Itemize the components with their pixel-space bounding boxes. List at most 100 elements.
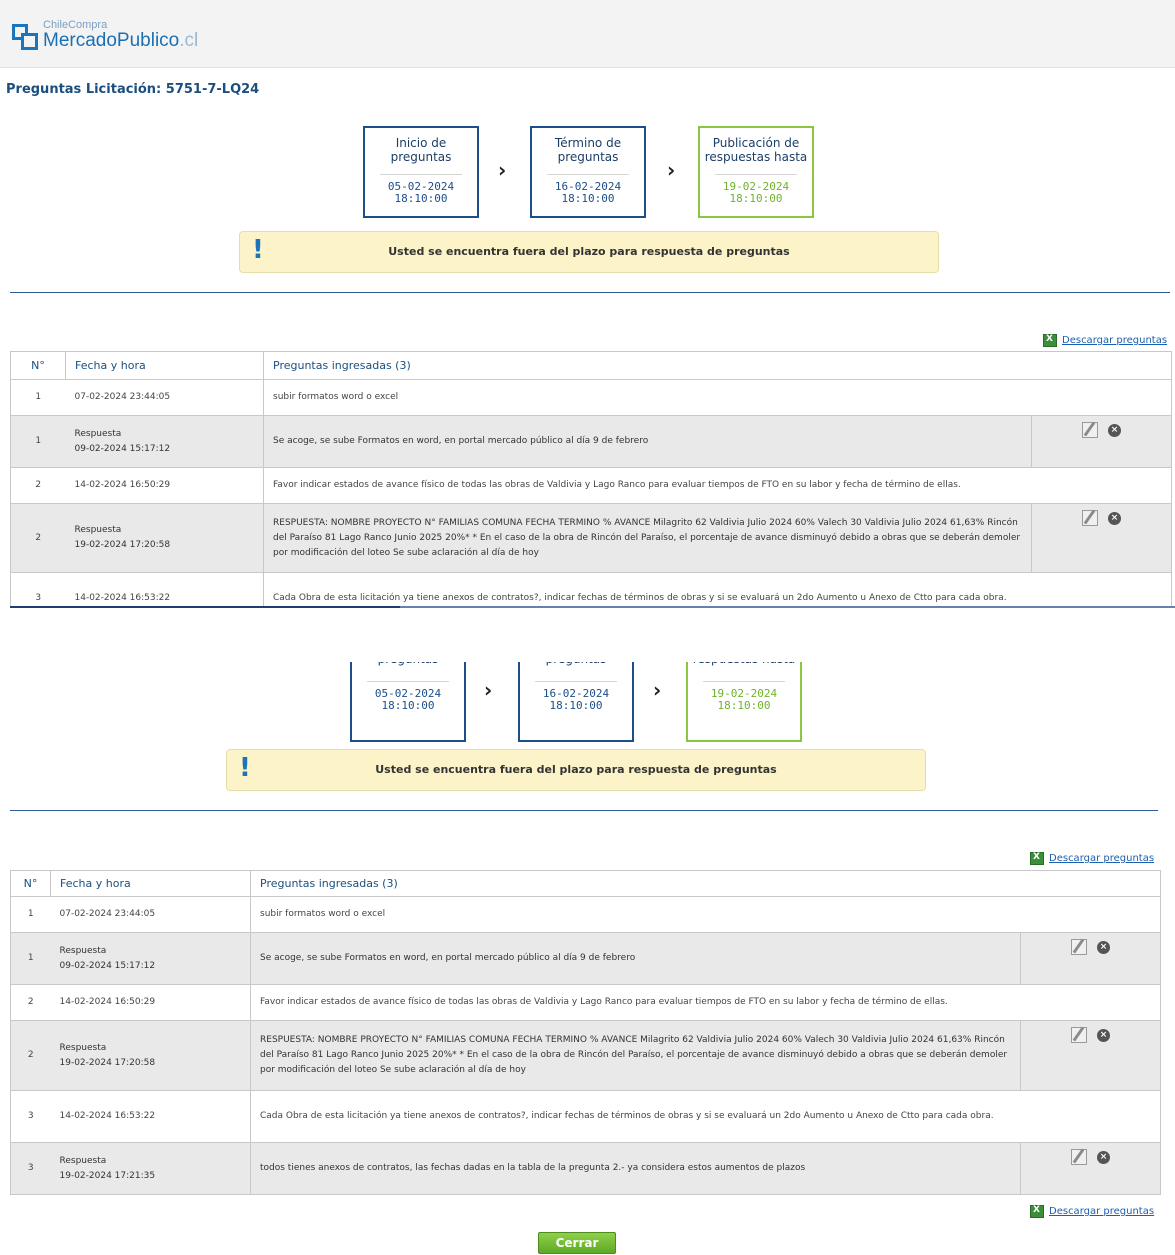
stage-label: Inicio de preguntas — [390, 136, 452, 164]
col-header-fecha: Fecha y hora — [65, 351, 264, 380]
row-actions: × — [1020, 1020, 1161, 1091]
question-text: Favor indicar estados de avance físico d… — [263, 467, 1172, 504]
answer-text: Se acoge, se sube Formatos en word, en p… — [263, 415, 1032, 468]
question-row: 1 07-02-2024 23:44:05 subir formatos wor… — [10, 896, 1161, 933]
download-questions-link-bottom[interactable]: Descargar preguntas — [1030, 1205, 1154, 1218]
screenshot-bottom: preguntas 05-02-202418:10:00 › preguntas… — [0, 608, 1175, 1255]
row-actions: × — [1031, 503, 1172, 573]
answer-text: RESPUESTA: NOMBRE PROYECTO N° FAMILIAS C… — [263, 503, 1032, 573]
questions-table: N° Fecha y hora Preguntas ingresadas (3)… — [10, 351, 1173, 608]
row-datetime: 19-02-2024 17:21:35 — [59, 1170, 156, 1181]
row-datetime: 07-02-2024 23:44:05 — [50, 896, 251, 933]
question-text: Favor indicar estados de avance físico d… — [250, 984, 1161, 1021]
question-text: Cada Obra de esta licitación ya tiene an… — [263, 572, 1172, 608]
row-datetime: 09-02-2024 15:17:12 — [59, 960, 156, 971]
logo-icon — [12, 24, 40, 50]
delete-icon[interactable]: × — [1108, 423, 1121, 437]
row-datetime: 19-02-2024 17:20:58 — [74, 540, 171, 550]
question-row: 3 14-02-2024 16:53:22 Cada Obra de esta … — [10, 572, 1172, 608]
row-datetime: 09-02-2024 15:17:12 — [74, 443, 171, 454]
answer-text: Se acoge, se sube Formatos en word, en p… — [250, 932, 1021, 985]
edit-icon[interactable] — [1082, 510, 1098, 526]
delete-icon[interactable]: × — [1097, 940, 1110, 954]
out-of-term-warning: ! Usted se encuentra fuera del plazo par… — [226, 749, 926, 791]
question-text: Cada Obra de esta licitación ya tiene an… — [250, 1090, 1161, 1143]
chevron-right-icon: › — [484, 678, 493, 702]
row-number: 2 — [10, 1020, 51, 1091]
col-header-preguntas: Preguntas ingresadas (3) — [250, 870, 1161, 897]
row-actions: × — [1031, 415, 1172, 468]
edit-icon[interactable] — [1082, 422, 1098, 438]
stage-time: 18:10:00 — [549, 699, 603, 712]
chevron-right-icon: › — [653, 678, 662, 702]
question-row: 1 07-02-2024 23:44:05 subir formatos wor… — [10, 379, 1172, 416]
logo-suffix: .cl — [179, 30, 199, 51]
warning-text: Usted se encuentra fuera del plazo para … — [388, 245, 790, 258]
excel-icon — [1030, 852, 1044, 865]
question-row: 2 14-02-2024 16:50:29 Favor indicar esta… — [10, 984, 1161, 1021]
table-header-row: N° Fecha y hora Preguntas ingresadas (3) — [10, 870, 1161, 897]
site-header: ChileCompra MercadoPublico.cl — [0, 0, 1175, 68]
row-datetime: 14-02-2024 16:53:22 — [65, 572, 264, 608]
edit-icon[interactable] — [1071, 939, 1087, 955]
question-text: subir formatos word o excel — [263, 379, 1172, 416]
questions-table: N° Fecha y hora Preguntas ingresadas (3)… — [10, 870, 1162, 1195]
row-number: 3 — [10, 1142, 51, 1195]
row-number: 1 — [10, 932, 51, 985]
col-header-fecha: Fecha y hora — [50, 870, 251, 897]
stage-label: Término de preguntas — [554, 136, 622, 164]
out-of-term-warning: ! Usted se encuentra fuera del plazo par… — [239, 231, 939, 273]
row-number: 1 — [10, 896, 51, 933]
row-datetime: 19-02-2024 17:20:58 — [59, 1057, 156, 1068]
stage-publicacion-respuestas: Publicación de respuestas hasta 19-02-20… — [698, 126, 814, 218]
stage-termino-preguntas: Término de preguntas 16-02-2024 18:10:00 — [530, 126, 646, 218]
download-questions-link[interactable]: Descargar preguntas — [1030, 852, 1154, 865]
delete-icon[interactable]: × — [1097, 1028, 1110, 1042]
chevron-right-icon: › — [667, 158, 676, 182]
edit-icon[interactable] — [1071, 1027, 1087, 1043]
divider — [10, 810, 1158, 811]
answer-row: 1 Respuesta 09-02-2024 15:17:12 Se acoge,… — [10, 932, 1161, 985]
answer-row: 2 Respuesta 19-02-2024 17:20:58 RESPUESTA… — [10, 503, 1172, 573]
answer-text: RESPUESTA: NOMBRE PROYECTO N° FAMILIAS C… — [250, 1020, 1021, 1091]
row-actions: × — [1020, 932, 1161, 985]
mercadopublico-logo[interactable]: ChileCompra MercadoPublico.cl — [12, 20, 198, 50]
answer-row: 2 Respuesta 19-02-2024 17:20:58 RESPUESTA… — [10, 1020, 1161, 1091]
edit-icon[interactable] — [1071, 1149, 1087, 1165]
answer-type: Respuesta — [59, 1042, 107, 1053]
logo-main-text: MercadoPublico — [43, 30, 180, 51]
answer-row: 1 Respuesta 09-02-2024 15:17:12 Se acoge,… — [10, 415, 1172, 468]
warning-text: Usted se encuentra fuera del plazo para … — [375, 763, 777, 776]
page-title: Preguntas Licitación: 5751-7-LQ24 — [6, 82, 260, 97]
row-number: 2 — [10, 503, 66, 573]
row-datetime: 14-02-2024 16:50:29 — [65, 467, 264, 504]
delete-icon[interactable]: × — [1097, 1150, 1110, 1164]
download-label: Descargar preguntas — [1049, 853, 1155, 864]
row-number: 2 — [10, 467, 66, 504]
answer-text: todos tienes anexos de contratos, las fe… — [250, 1142, 1021, 1195]
answer-type: Respuesta — [59, 945, 107, 956]
chevron-right-icon: › — [498, 158, 507, 182]
question-text: subir formatos word o excel — [250, 896, 1161, 933]
download-label: Descargar preguntas — [1049, 1206, 1155, 1217]
row-number: 2 — [10, 984, 51, 1021]
table-header-row: N° Fecha y hora Preguntas ingresadas (3) — [10, 351, 1172, 380]
row-datetime: 14-02-2024 16:50:29 — [50, 984, 251, 1021]
stage-label: Publicación de respuestas hasta — [704, 136, 808, 164]
col-header-n: N° — [10, 351, 66, 380]
answer-type: Respuesta — [59, 1155, 107, 1166]
divider — [10, 292, 1170, 293]
row-number: 3 — [10, 1090, 51, 1143]
stage-time: 18:10:00 — [729, 192, 783, 205]
stage-time: 18:10:00 — [717, 699, 771, 712]
answer-type: Respuesta — [74, 428, 122, 439]
delete-icon[interactable]: × — [1108, 511, 1121, 525]
close-button[interactable]: Cerrar — [538, 1232, 616, 1254]
question-row: 2 14-02-2024 16:50:29 Favor indicar esta… — [10, 467, 1172, 504]
download-questions-link[interactable]: Descargar preguntas — [1043, 334, 1167, 347]
row-number: 1 — [10, 379, 66, 416]
stage-inicio-preguntas: Inicio de preguntas 05-02-2024 18:10:00 — [363, 126, 479, 218]
row-number: 3 — [10, 572, 66, 608]
download-label: Descargar preguntas — [1062, 335, 1168, 346]
screenshot-top: ChileCompra MercadoPublico.cl Preguntas … — [0, 0, 1175, 608]
